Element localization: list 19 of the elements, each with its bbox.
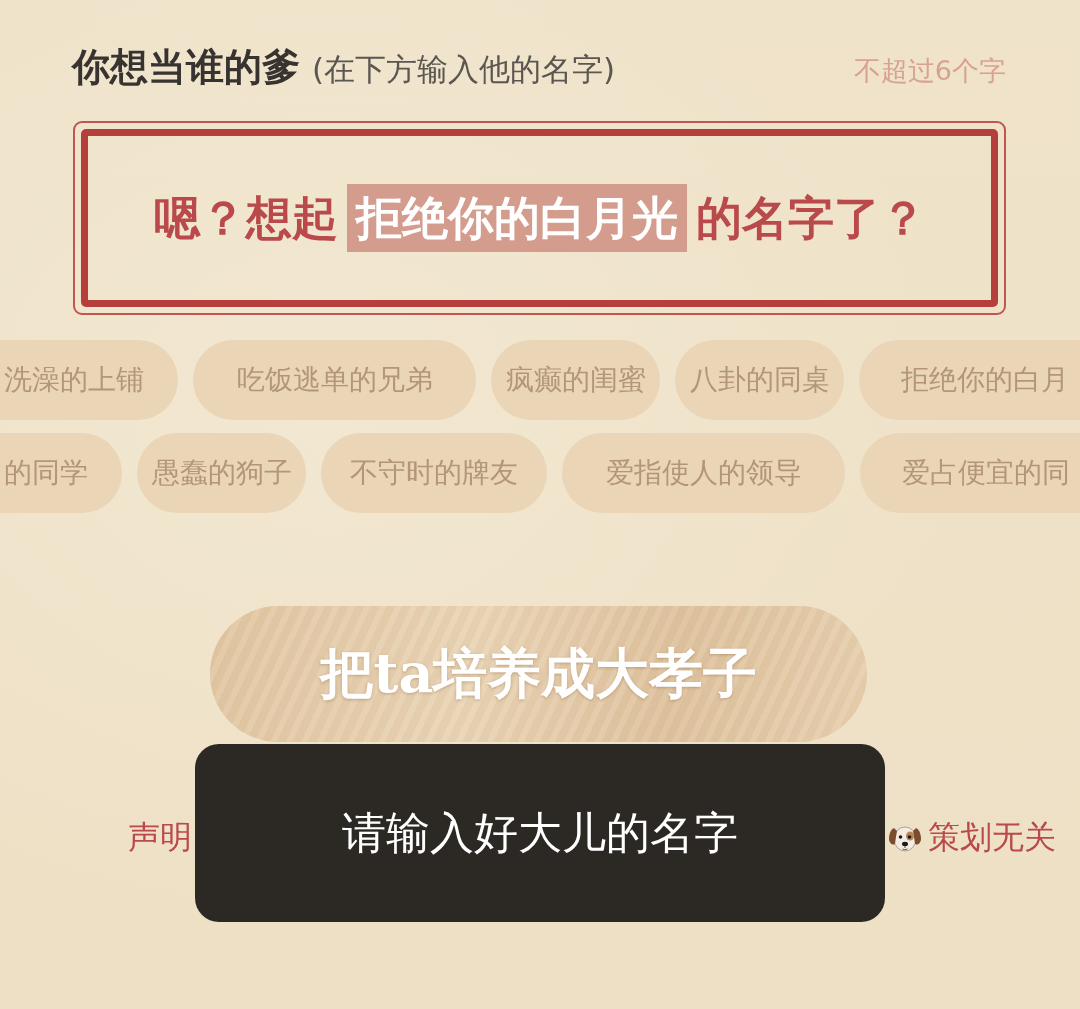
disclaimer-text: 策划无关 xyxy=(928,817,1056,858)
character-limit-note: 不超过6个字 xyxy=(853,54,1006,88)
disclaimer-text: 声明 xyxy=(128,817,192,858)
submit-button[interactable]: 把ta培养成大孝子 xyxy=(210,606,867,742)
suggestion-chip[interactable]: 不守时的牌友 xyxy=(321,433,547,513)
name-input-field[interactable]: 嗯？想起 拒绝你的白月光 的名字了？ xyxy=(73,121,1006,315)
input-hint: (在下方输入他的名字) xyxy=(312,50,616,89)
suggestion-chip[interactable]: 的同学 xyxy=(0,433,122,513)
highlighted-suggestion: 拒绝你的白月光 xyxy=(346,184,687,252)
suggestion-chip[interactable]: 疯癫的闺蜜 xyxy=(491,340,660,420)
suggestion-chip[interactable]: 八卦的同桌 xyxy=(675,340,844,420)
suggestion-chip[interactable]: 拒绝你的白月 xyxy=(859,340,1080,420)
suggestion-chip[interactable]: 愚蠢的狗子 xyxy=(137,433,306,513)
suggestion-chip[interactable]: 爱指使人的领导 xyxy=(562,433,845,513)
toast-message: 请输入好大儿的名字 xyxy=(195,744,885,922)
suggestion-chip[interactable]: 爱占便宜的同 xyxy=(860,433,1080,513)
suggestion-chip[interactable]: 吃饭逃单的兄弟 xyxy=(193,340,476,420)
suggestion-chip[interactable]: 洗澡的上铺 xyxy=(0,340,178,420)
page-title: 你想当谁的爹 xyxy=(72,43,300,91)
